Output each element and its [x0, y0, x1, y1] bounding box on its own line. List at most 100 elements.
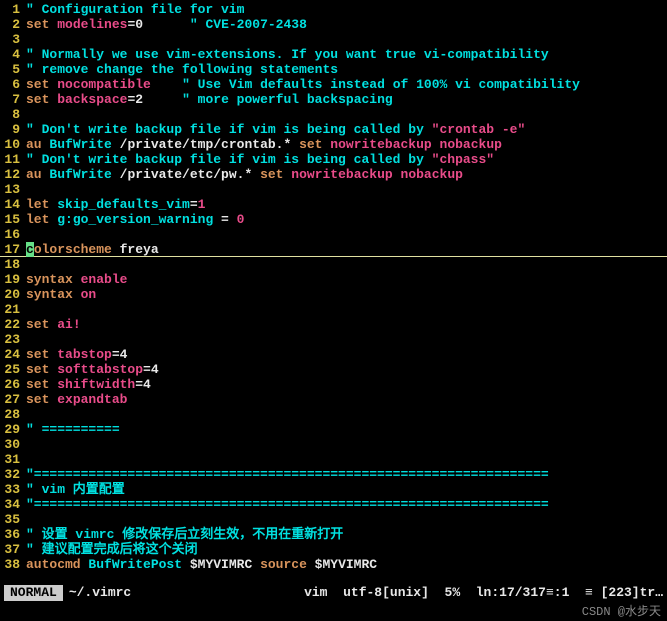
code-line[interactable]: 19syntax enable — [0, 272, 667, 287]
line-number: 35 — [0, 512, 26, 527]
status-extra: ≡ [223]tr… — [585, 585, 663, 601]
line-number: 12 — [0, 167, 26, 182]
line-content: " ========== — [26, 422, 667, 437]
line-number: 24 — [0, 347, 26, 362]
code-line[interactable]: 17colorscheme freya — [0, 242, 667, 257]
line-number: 9 — [0, 122, 26, 137]
line-number: 31 — [0, 452, 26, 467]
line-number: 38 — [0, 557, 26, 572]
code-line[interactable]: 36" 设置 vimrc 修改保存后立刻生效，不用在重新打开 — [0, 527, 667, 542]
code-line[interactable]: 25set softtabstop=4 — [0, 362, 667, 377]
line-content: set ai! — [26, 317, 667, 332]
editor-area[interactable]: 1" Configuration file for vim2set modeli… — [0, 0, 667, 574]
code-line[interactable]: 32"=====================================… — [0, 467, 667, 482]
watermark: CSDN @水步天 — [582, 602, 661, 619]
line-number: 26 — [0, 377, 26, 392]
code-line[interactable]: 5" remove change the following statement… — [0, 62, 667, 77]
line-content: au BufWrite /private/etc/pw.* set nowrit… — [26, 167, 667, 182]
code-line[interactable]: 6set nocompatible " Use Vim defaults ins… — [0, 77, 667, 92]
code-line[interactable]: 4" Normally we use vim-extensions. If yo… — [0, 47, 667, 62]
line-number: 20 — [0, 287, 26, 302]
code-line[interactable]: 8 — [0, 107, 667, 122]
line-number: 15 — [0, 212, 26, 227]
line-content: syntax on — [26, 287, 667, 302]
code-line[interactable]: 7set backspace=2 " more powerful backspa… — [0, 92, 667, 107]
code-line[interactable]: 3 — [0, 32, 667, 47]
code-line[interactable]: 15let g:go_version_warning = 0 — [0, 212, 667, 227]
line-content: set expandtab — [26, 392, 667, 407]
line-number: 2 — [0, 17, 26, 32]
line-content: colorscheme freya — [26, 242, 667, 256]
code-line[interactable]: 37" 建议配置完成后将这个关闭 — [0, 542, 667, 557]
file-path: ~/.vimrc — [63, 585, 131, 601]
line-content — [26, 512, 667, 527]
line-number: 33 — [0, 482, 26, 497]
code-line[interactable]: 33" vim 内置配置 — [0, 482, 667, 497]
line-number: 13 — [0, 182, 26, 197]
code-line[interactable]: 2set modelines=0 " CVE-2007-2438 — [0, 17, 667, 32]
code-line[interactable]: 34"=====================================… — [0, 497, 667, 512]
code-line[interactable]: 12au BufWrite /private/etc/pw.* set nowr… — [0, 167, 667, 182]
code-line[interactable]: 30 — [0, 437, 667, 452]
filetype: vim — [304, 585, 327, 601]
line-number: 14 — [0, 197, 26, 212]
line-number: 4 — [0, 47, 26, 62]
code-line[interactable]: 18 — [0, 257, 667, 272]
code-line[interactable]: 11" Don't write backup file if vim is be… — [0, 152, 667, 167]
line-content — [26, 332, 667, 347]
line-content — [26, 452, 667, 467]
line-content — [26, 182, 667, 197]
line-number: 7 — [0, 92, 26, 107]
line-number: 11 — [0, 152, 26, 167]
code-line[interactable]: 21 — [0, 302, 667, 317]
line-content — [26, 407, 667, 422]
line-content: " Normally we use vim-extensions. If you… — [26, 47, 667, 62]
line-content: set softtabstop=4 — [26, 362, 667, 377]
code-line[interactable]: 23 — [0, 332, 667, 347]
code-line[interactable]: 35 — [0, 512, 667, 527]
line-number: 1 — [0, 2, 26, 17]
line-content: set shiftwidth=4 — [26, 377, 667, 392]
line-content: "=======================================… — [26, 467, 667, 482]
line-content: " remove change the following statements — [26, 62, 667, 77]
percent: 5% — [445, 585, 461, 601]
code-line[interactable]: 22set ai! — [0, 317, 667, 332]
encoding: utf-8[unix] — [343, 585, 429, 601]
line-number: 32 — [0, 467, 26, 482]
code-line[interactable]: 9" Don't write backup file if vim is bei… — [0, 122, 667, 137]
line-number: 21 — [0, 302, 26, 317]
line-content: let skip_defaults_vim=1 — [26, 197, 667, 212]
code-line[interactable]: 10au BufWrite /private/tmp/crontab.* set… — [0, 137, 667, 152]
code-line[interactable]: 29" ========== — [0, 422, 667, 437]
code-line[interactable]: 14let skip_defaults_vim=1 — [0, 197, 667, 212]
line-content: " 设置 vimrc 修改保存后立刻生效，不用在重新打开 — [26, 527, 667, 542]
code-line[interactable]: 38autocmd BufWritePost $MYVIMRC source $… — [0, 557, 667, 572]
code-line[interactable]: 16 — [0, 227, 667, 242]
line-content: " 建议配置完成后将这个关闭 — [26, 542, 667, 557]
line-content — [26, 302, 667, 317]
code-line[interactable]: 26set shiftwidth=4 — [0, 377, 667, 392]
line-number: 22 — [0, 317, 26, 332]
line-content: syntax enable — [26, 272, 667, 287]
line-number: 34 — [0, 497, 26, 512]
line-content: " Configuration file for vim — [26, 2, 667, 17]
line-number: 16 — [0, 227, 26, 242]
code-line[interactable]: 13 — [0, 182, 667, 197]
code-line[interactable]: 24set tabstop=4 — [0, 347, 667, 362]
line-number: 6 — [0, 77, 26, 92]
mode-indicator: NORMAL — [4, 585, 63, 601]
code-line[interactable]: 31 — [0, 452, 667, 467]
line-content: set nocompatible " Use Vim defaults inst… — [26, 77, 667, 92]
line-content: autocmd BufWritePost $MYVIMRC source $MY… — [26, 557, 667, 572]
line-content: let g:go_version_warning = 0 — [26, 212, 667, 227]
line-content: " Don't write backup file if vim is bein… — [26, 152, 667, 167]
line-content — [26, 257, 667, 272]
code-line[interactable]: 1" Configuration file for vim — [0, 2, 667, 17]
cursor-position: ln:17/317≡:1 — [476, 585, 570, 601]
code-line[interactable]: 27set expandtab — [0, 392, 667, 407]
code-line[interactable]: 20syntax on — [0, 287, 667, 302]
line-number: 27 — [0, 392, 26, 407]
code-line[interactable]: 28 — [0, 407, 667, 422]
line-number: 36 — [0, 527, 26, 542]
line-number: 30 — [0, 437, 26, 452]
